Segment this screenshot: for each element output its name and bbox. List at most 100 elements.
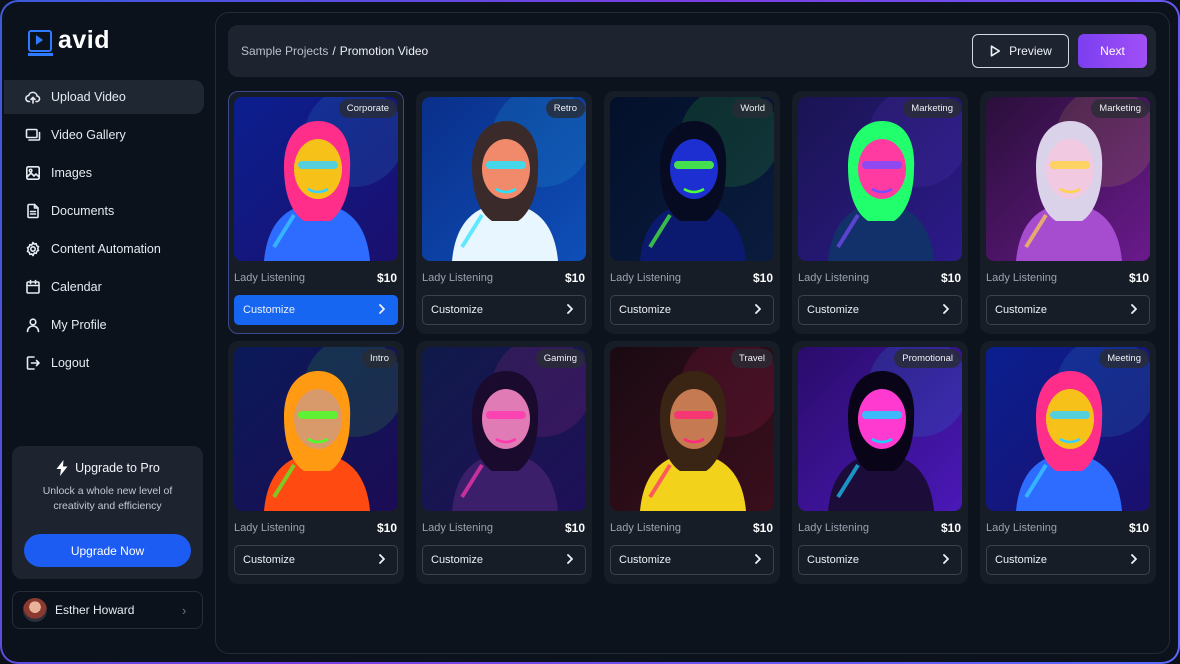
card-info: Lady Listening $10	[610, 521, 773, 535]
card-info: Lady Listening $10	[234, 271, 397, 285]
category-tag: Intro	[361, 349, 397, 368]
preview-button[interactable]: Preview	[972, 34, 1069, 68]
customize-button[interactable]: Customize	[422, 295, 586, 325]
customize-button[interactable]: Customize	[798, 295, 962, 325]
template-thumbnail[interactable]	[234, 97, 398, 261]
breadcrumb-separator: /	[332, 44, 336, 58]
customize-button[interactable]: Customize	[986, 545, 1150, 575]
template-price: $10	[1128, 271, 1149, 285]
template-card[interactable]: Marketing Lady Listening $10 Customize	[980, 91, 1156, 334]
user-profile-card[interactable]: Esther Howard ›	[12, 591, 203, 629]
breadcrumb-current: Promotion Video	[339, 44, 429, 58]
sidebar-item-video-gallery[interactable]: Video Gallery	[4, 118, 204, 152]
template-thumbnail[interactable]	[234, 347, 398, 511]
chevron-right-icon	[377, 303, 387, 317]
customize-button[interactable]: Customize	[234, 295, 398, 325]
logo[interactable]: avid	[27, 26, 111, 56]
template-name: Lady Listening	[986, 522, 1057, 534]
template-price: $10	[940, 271, 961, 285]
category-tag: Marketing	[1091, 99, 1149, 118]
chevron-right-icon	[753, 303, 763, 317]
template-card[interactable]: Promotional Lady Listening $10 Customize	[792, 341, 968, 584]
upgrade-now-button[interactable]: Upgrade Now	[24, 534, 191, 567]
template-name: Lady Listening	[798, 272, 869, 284]
template-card[interactable]: Marketing Lady Listening $10 Customize	[792, 91, 968, 334]
template-card[interactable]: World Lady Listening $10 Customize	[604, 91, 780, 334]
template-thumbnail[interactable]	[610, 97, 774, 261]
template-name: Lady Listening	[234, 272, 305, 284]
sidebar-item-calendar[interactable]: Calendar	[4, 270, 204, 304]
sidebar-item-content-automation[interactable]: Content Automation	[4, 232, 204, 266]
template-card[interactable]: Intro Lady Listening $10 Customize	[228, 341, 404, 584]
avatar	[23, 598, 47, 622]
template-thumbnail[interactable]	[986, 97, 1150, 261]
template-card[interactable]: Corporate Lady Listening $10 Customize	[228, 91, 404, 334]
sidebar-item-upload-video[interactable]: Upload Video	[4, 80, 204, 114]
sidebar-item-label: Documents	[51, 204, 115, 218]
lightning-icon	[56, 460, 68, 476]
template-thumbnail[interactable]	[798, 97, 962, 261]
next-button[interactable]: Next	[1078, 34, 1147, 68]
template-name: Lady Listening	[422, 522, 493, 534]
card-info: Lady Listening $10	[986, 271, 1149, 285]
image-icon	[25, 165, 41, 181]
customize-label: Customize	[807, 304, 859, 316]
category-tag: Promotional	[894, 349, 961, 368]
category-tag: World	[732, 99, 773, 118]
play-screen-icon	[27, 29, 53, 56]
template-thumbnail[interactable]	[986, 347, 1150, 511]
customize-button[interactable]: Customize	[798, 545, 962, 575]
sidebar-item-documents[interactable]: Documents	[4, 194, 204, 228]
template-price: $10	[940, 521, 961, 535]
document-icon	[25, 203, 41, 219]
chevron-right-icon	[1129, 553, 1139, 567]
template-grid: Corporate Lady Listening $10 Customize R…	[228, 91, 1156, 584]
template-thumbnail[interactable]	[422, 97, 586, 261]
upgrade-title-text: Upgrade to Pro	[75, 461, 160, 475]
category-tag: Corporate	[338, 99, 397, 118]
breadcrumb-parent[interactable]: Sample Projects	[241, 44, 328, 58]
chevron-right-icon	[565, 553, 575, 567]
customize-button[interactable]: Customize	[610, 295, 774, 325]
template-card[interactable]: Travel Lady Listening $10 Customize	[604, 341, 780, 584]
sidebar-item-label: My Profile	[51, 318, 107, 332]
template-card[interactable]: Gaming Lady Listening $10 Customize	[416, 341, 592, 584]
template-price: $10	[376, 271, 397, 285]
template-name: Lady Listening	[986, 272, 1057, 284]
gear-icon	[25, 241, 41, 257]
template-card[interactable]: Retro Lady Listening $10 Customize	[416, 91, 592, 334]
sidebar-item-label: Content Automation	[51, 242, 161, 256]
sidebar-item-images[interactable]: Images	[4, 156, 204, 190]
sidebar-item-label: Images	[51, 166, 92, 180]
logo-text: avid	[58, 26, 111, 54]
customize-label: Customize	[243, 304, 295, 316]
template-card[interactable]: Meeting Lady Listening $10 Customize	[980, 341, 1156, 584]
template-thumbnail[interactable]	[610, 347, 774, 511]
category-tag: Meeting	[1099, 349, 1149, 368]
card-info: Lady Listening $10	[234, 521, 397, 535]
customize-button[interactable]: Customize	[986, 295, 1150, 325]
breadcrumb: Sample Projects / Promotion Video	[241, 44, 428, 58]
sidebar-item-logout[interactable]: Logout	[4, 346, 204, 380]
category-tag: Marketing	[903, 99, 961, 118]
app-frame: avid Upload Video Video Gallery Images D…	[0, 0, 1180, 664]
customize-button[interactable]: Customize	[422, 545, 586, 575]
customize-label: Customize	[431, 554, 483, 566]
card-info: Lady Listening $10	[422, 271, 585, 285]
customize-button[interactable]: Customize	[610, 545, 774, 575]
customize-button[interactable]: Customize	[234, 545, 398, 575]
template-price: $10	[752, 521, 773, 535]
template-thumbnail[interactable]	[798, 347, 962, 511]
template-name: Lady Listening	[798, 522, 869, 534]
card-info: Lady Listening $10	[798, 521, 961, 535]
upgrade-card: Upgrade to Pro Unlock a whole new level …	[12, 446, 203, 579]
template-thumbnail[interactable]	[422, 347, 586, 511]
customize-label: Customize	[243, 554, 295, 566]
main-panel: Sample Projects / Promotion Video Preview …	[215, 12, 1170, 654]
sidebar-item-my-profile[interactable]: My Profile	[4, 308, 204, 342]
cloud-upload-icon	[25, 89, 41, 105]
chevron-right-icon	[377, 553, 387, 567]
card-info: Lady Listening $10	[798, 271, 961, 285]
app-window: avid Upload Video Video Gallery Images D…	[2, 2, 1178, 662]
card-info: Lady Listening $10	[610, 271, 773, 285]
